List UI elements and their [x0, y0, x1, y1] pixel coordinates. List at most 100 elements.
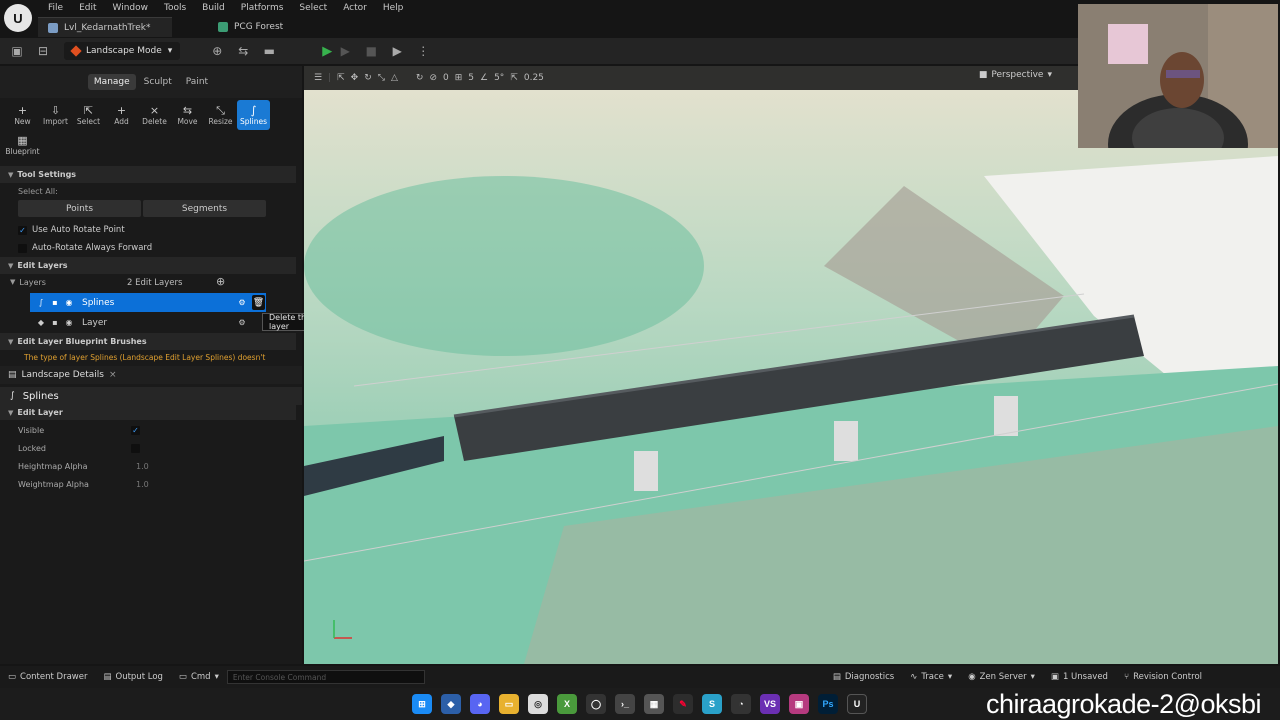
add-actor-icon[interactable]: ⊕ — [204, 44, 230, 58]
visual-studio-icon[interactable]: VS — [760, 694, 780, 714]
pen-icon[interactable]: ✎ — [673, 694, 693, 714]
auto-rotate-forward-checkbox[interactable] — [18, 243, 27, 253]
menu-select[interactable]: Select — [291, 3, 335, 13]
add-layer-icon[interactable]: ⊕ — [216, 275, 225, 288]
tool-delete[interactable]: × Delete — [138, 100, 171, 130]
menu-build[interactable]: Build — [194, 3, 233, 13]
save-icon[interactable]: ▣ — [4, 44, 30, 58]
unreal-taskbar-icon[interactable]: U — [847, 694, 867, 714]
landscape-details-tab[interactable]: ▤ Landscape Details × — [0, 366, 302, 384]
tab-paint[interactable]: Paint — [180, 74, 214, 90]
segments-button[interactable]: Segments — [143, 200, 266, 217]
tool-blueprint[interactable]: ▦ Blueprint — [5, 130, 39, 160]
diagnostics-button[interactable]: ▤ Diagnostics — [825, 672, 902, 682]
eye-icon[interactable]: ◉ — [62, 298, 76, 307]
photoshop-icon[interactable]: Ps — [818, 694, 838, 714]
edit-layer-section[interactable]: ▼ Edit Layer — [0, 405, 296, 420]
terminal-icon[interactable]: ›_ — [615, 694, 635, 714]
select-mode-icon[interactable]: ⇱ — [337, 73, 345, 83]
console-input[interactable]: Enter Console Command — [226, 670, 425, 684]
edit-layers-header[interactable]: ▼ Edit Layers — [0, 257, 296, 274]
blueprint-brushes-header[interactable]: ▼ Edit Layer Blueprint Brushes — [0, 333, 296, 350]
lock-icon[interactable]: ▪ — [48, 298, 62, 307]
app-icon[interactable]: ▦ — [644, 694, 664, 714]
translate-icon[interactable]: ✥ — [351, 73, 359, 83]
blueprint-icon[interactable]: ⇆ — [230, 44, 256, 58]
world-local-icon[interactable]: ↻ — [416, 73, 424, 83]
surface-snap-icon[interactable]: △ — [391, 73, 398, 83]
scale-snap-value[interactable]: 0.25 — [524, 73, 544, 83]
excel-icon[interactable]: X — [557, 694, 577, 714]
menu-actor[interactable]: Actor — [335, 3, 375, 13]
app-icon[interactable]: ▣ — [789, 694, 809, 714]
gear-icon[interactable]: ⚙ — [235, 298, 249, 307]
layer-row-splines[interactable]: ∫ ▪ ◉ Splines ⚙ 🗑 — [30, 293, 266, 312]
copilot-icon[interactable]: ◆ — [441, 694, 461, 714]
lock-icon[interactable]: ▪ — [48, 318, 62, 327]
menu-window[interactable]: Window — [105, 3, 157, 13]
rotation-snap-icon[interactable]: ⊞ — [455, 73, 463, 83]
tool-splines[interactable]: ∫ Splines — [237, 100, 270, 130]
menu-edit[interactable]: Edit — [71, 3, 104, 13]
play-advance-icon[interactable]: ▶ — [332, 44, 358, 58]
scale-snap-icon[interactable]: ⇱ — [510, 73, 518, 83]
tool-add[interactable]: + Add — [105, 100, 138, 130]
zen-server-button[interactable]: ◉ Zen Server ▾ — [960, 672, 1043, 682]
rotate-snap-icon[interactable]: ∠ — [480, 73, 488, 83]
tool-resize[interactable]: ⤡ Resize — [204, 100, 237, 130]
close-icon[interactable]: × — [109, 370, 117, 380]
auto-rotate-checkbox[interactable]: ✓ — [18, 225, 27, 235]
revision-control-button[interactable]: ⑂ Revision Control — [1116, 672, 1210, 682]
unsaved-button[interactable]: ▣ 1 Unsaved — [1043, 672, 1116, 682]
menu-platforms[interactable]: Platforms — [233, 3, 292, 13]
menu-file[interactable]: File — [40, 3, 71, 13]
tool-new[interactable]: + New — [6, 100, 39, 130]
cmd-dropdown[interactable]: ▭ Cmd ▾ — [171, 672, 227, 682]
eye-icon[interactable]: ◉ — [62, 318, 76, 327]
level-viewport[interactable]: ☰ | ⇱ ✥ ↻ ⤡ △ ↻ ⊘ 0 ⊞ 5 ∠ 5° ⇱ 0.25 ■ Pe… — [304, 66, 1278, 664]
unreal-logo-icon[interactable]: U — [4, 4, 32, 32]
grid-snap-icon[interactable]: ⊘ — [429, 73, 437, 83]
github-icon[interactable]: ◯ — [586, 694, 606, 714]
viewport-menu-icon[interactable]: ☰ — [314, 73, 322, 83]
gear-icon[interactable]: ⚙ — [235, 318, 249, 327]
tool-select[interactable]: ⇱ Select — [72, 100, 105, 130]
more-options-icon[interactable]: ⋮ — [410, 44, 436, 58]
tool-import[interactable]: ⇩ Import — [39, 100, 72, 130]
perspective-dropdown[interactable]: ■ Perspective ▾ — [979, 70, 1052, 80]
scale-icon[interactable]: ⤡ — [378, 73, 385, 83]
stop-icon[interactable]: ■ — [358, 44, 384, 58]
content-drawer-button[interactable]: ▭ Content Drawer — [0, 672, 95, 682]
browse-icon[interactable]: ⊟ — [30, 44, 56, 58]
layer-row-layer[interactable]: ◆ ▪ ◉ Layer ⚙ — [30, 313, 266, 332]
tab-pcg-forest[interactable]: PCG Forest — [208, 17, 293, 37]
weightmap-alpha-input[interactable]: 1.0 — [136, 480, 149, 489]
tool-move[interactable]: ⇆ Move — [171, 100, 204, 130]
rotate-icon[interactable]: ↻ — [364, 73, 372, 83]
mode-dropdown[interactable]: Landscape Mode ▾ — [64, 42, 181, 60]
tab-sculpt[interactable]: Sculpt — [138, 74, 178, 90]
visible-checkbox[interactable]: ✓ — [131, 425, 140, 435]
angle-snap-value[interactable]: 5 — [468, 73, 474, 83]
tab-manage[interactable]: Manage — [87, 74, 136, 90]
menu-tools[interactable]: Tools — [156, 3, 194, 13]
heightmap-alpha-input[interactable]: 1.0 — [136, 462, 149, 471]
cinematics-icon[interactable]: ▬ — [256, 44, 282, 58]
play-icon[interactable]: ▶ — [322, 44, 332, 59]
trace-button[interactable]: ∿ Trace ▾ — [902, 672, 960, 682]
tab-level[interactable]: Lvl_KedarnathTrek* — [38, 17, 172, 37]
output-log-button[interactable]: ▤ Output Log — [95, 672, 170, 682]
file-explorer-icon[interactable]: ▭ — [499, 694, 519, 714]
trash-icon[interactable]: 🗑 — [252, 295, 265, 310]
chrome-icon[interactable]: ◎ — [528, 694, 548, 714]
tool-settings-header[interactable]: ▼ Tool Settings — [0, 166, 296, 183]
rotation-snap-value[interactable]: 5° — [494, 73, 504, 83]
windows-start-icon[interactable]: ⊞ — [412, 694, 432, 714]
points-button[interactable]: Points — [18, 200, 141, 217]
locked-checkbox[interactable] — [131, 443, 140, 453]
discord-icon[interactable]: ◕ — [470, 694, 490, 714]
app-icon[interactable]: ◔ — [731, 694, 751, 714]
eject-icon[interactable]: ▶ — [384, 44, 410, 58]
grid-snap-value[interactable]: 0 — [443, 73, 449, 83]
app-icon[interactable]: S — [702, 694, 722, 714]
